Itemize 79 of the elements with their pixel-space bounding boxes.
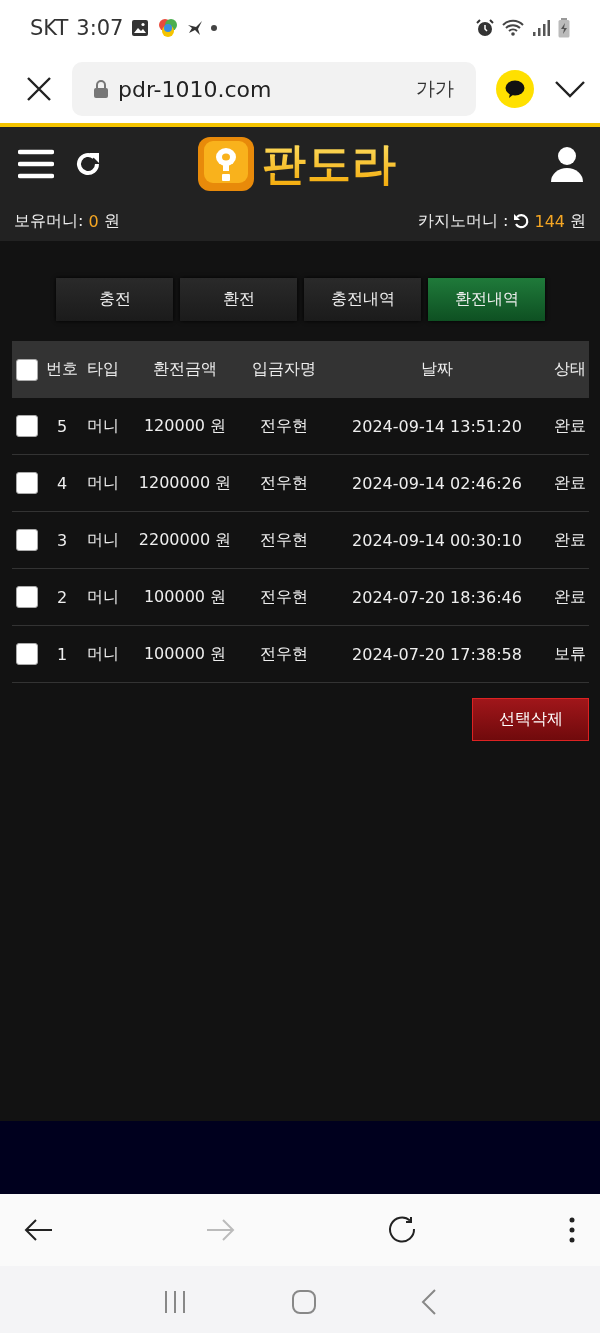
table-cell-text: 머니 [86,472,120,494]
table-cell-text: 완료 [552,529,587,551]
column-header: 번호 [45,359,79,380]
app-icon [157,16,180,39]
row-checkbox[interactable] [16,586,38,608]
tab[interactable]: 충전내역 [304,278,421,321]
table-cell-text: 전우현 [259,415,309,437]
table-cell-text: 머니 [86,643,120,665]
table-cell-text: 120000 원 [142,415,228,437]
table-cell-text: 머니 [86,529,120,551]
table-cell-text: 완료 [552,472,587,494]
table-cell-text: 전우현 [259,643,309,665]
table-cell-text: 1200000 원 [137,472,233,494]
table-cell-text: 1 [55,644,69,664]
table-cell-text: 머니 [86,586,120,608]
held-money-label: 보유머니: [14,210,84,232]
table-cell-text: 전우현 [259,586,309,608]
table-cell-text: 완료 [552,415,587,437]
casino-money-label: 카지노머니 : [417,210,509,232]
lock-icon [94,80,108,98]
held-money-value: 0 [88,211,99,231]
column-header: 환전금액 [152,359,218,380]
refresh-icon[interactable] [74,150,102,178]
row-checkbox[interactable] [16,415,38,437]
delete-selected-button[interactable]: 선택삭제 [472,698,589,741]
table-cell-text: 100000 원 [142,643,228,665]
table-cell-text: 100000 원 [142,586,228,608]
tab[interactable]: 충전 [56,278,173,321]
dot-icon [211,24,218,31]
table-cell-text: 2024-09-14 02:46:26 [351,473,523,493]
table-cell-text: 전우현 [259,529,309,551]
url-text: pdr-1010.com [118,76,273,102]
menu-icon[interactable] [18,149,54,179]
column-header: 상태 [552,359,587,380]
column-header: 날짜 [420,359,454,380]
table-cell-text: 2024-07-20 18:36:46 [351,587,523,607]
tab[interactable]: 환전내역 [428,278,545,321]
table-cell-text: 5 [55,416,69,436]
currency-unit: 원 [103,210,120,232]
casino-money-value: 144 [534,211,565,231]
gallery-icon [131,18,150,37]
table-cell-text: 머니 [86,415,120,437]
table-cell-text: 2 [55,587,69,607]
signal-icon [532,18,550,37]
refresh-icon[interactable] [513,213,530,229]
user-icon[interactable] [550,146,584,182]
table-cell-text: 4 [55,473,69,493]
table-cell-text: 2024-09-14 13:51:20 [351,416,523,436]
recent-apps-icon[interactable] [162,1289,187,1314]
select-all-checkbox[interactable] [16,358,38,381]
reload-icon[interactable] [386,1215,417,1245]
alarm-icon [476,18,494,37]
table-cell-text: 2200000 원 [137,529,233,551]
column-header: 타입 [86,359,120,380]
currency-unit: 원 [570,210,586,232]
wifi-icon [502,18,524,37]
row-checkbox[interactable] [16,529,38,551]
tab[interactable]: 환전 [180,278,297,321]
table-cell-text: 전우현 [259,472,309,494]
home-icon[interactable] [292,1289,316,1314]
close-icon[interactable] [26,76,52,102]
table-cell-text: 2024-07-20 17:38:58 [351,644,523,664]
chat-button[interactable] [496,70,534,108]
clock: 3:07 [76,15,124,40]
table-cell-text: 3 [55,530,69,550]
table-cell-text: 보류 [552,643,587,665]
more-icon[interactable] [568,1217,576,1243]
speech-bubble-icon [505,80,525,98]
column-header: 입금자명 [251,359,317,380]
table-cell-text: 2024-09-14 00:30:10 [351,530,523,550]
chevron-down-icon[interactable] [554,79,586,99]
row-checkbox[interactable] [16,643,38,665]
back-icon[interactable] [24,1218,54,1242]
row-checkbox[interactable] [16,472,38,494]
battery-icon [558,17,570,38]
carrier: SKT [30,15,69,40]
address-bar[interactable]: pdr-1010.com 가가 [72,62,476,116]
text-size-button[interactable]: 가가 [416,76,454,102]
table-cell-text: 완료 [552,586,587,608]
